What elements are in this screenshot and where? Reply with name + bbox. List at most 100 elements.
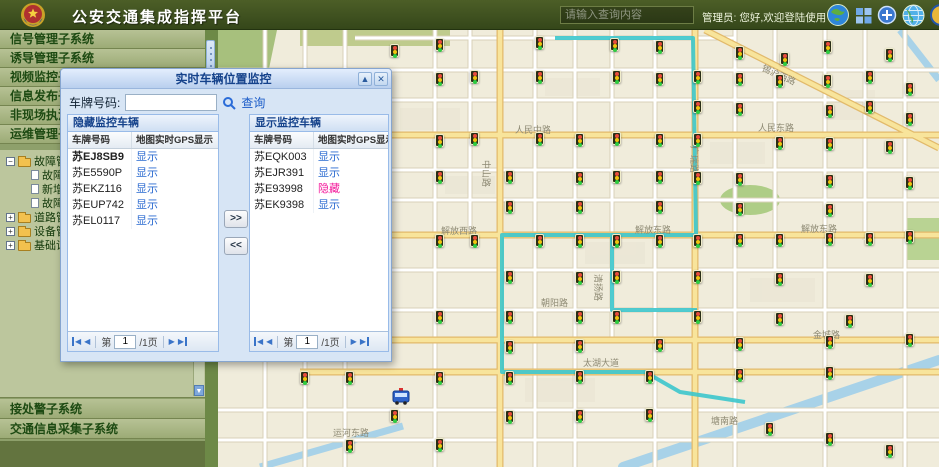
traffic-signal-icon[interactable] (865, 273, 874, 286)
traffic-signal-icon[interactable] (825, 232, 834, 245)
page-input-right[interactable] (296, 335, 318, 349)
gps-toggle-link[interactable]: 显示 (136, 151, 158, 163)
traffic-signal-icon[interactable] (505, 410, 514, 423)
traffic-signal-icon[interactable] (575, 339, 584, 352)
traffic-signal-icon[interactable] (645, 408, 654, 421)
traffic-signal-icon[interactable] (823, 40, 832, 53)
gps-toggle-link[interactable]: 显示 (318, 199, 340, 211)
tree-expander-icon[interactable]: − (6, 157, 15, 166)
traffic-signal-icon[interactable] (825, 335, 834, 348)
traffic-signal-icon[interactable] (435, 310, 444, 323)
traffic-signal-icon[interactable] (775, 312, 784, 325)
last-page-icon[interactable]: ▶ (178, 337, 187, 346)
traffic-signal-icon[interactable] (470, 234, 479, 247)
traffic-signal-icon[interactable] (435, 371, 444, 384)
traffic-signal-icon[interactable] (655, 40, 664, 53)
gps-toggle-link[interactable]: 显示 (136, 183, 158, 195)
traffic-signal-icon[interactable] (905, 176, 914, 189)
move-right-button[interactable]: >> (224, 210, 248, 228)
traffic-signal-icon[interactable] (575, 133, 584, 146)
sidebar-item-top-0[interactable]: 信号管理子系统 (0, 30, 205, 49)
traffic-signal-icon[interactable] (693, 133, 702, 146)
traffic-signal-icon[interactable] (655, 72, 664, 85)
traffic-signal-icon[interactable] (735, 233, 744, 246)
traffic-signal-icon[interactable] (470, 132, 479, 145)
traffic-signal-icon[interactable] (575, 171, 584, 184)
globe-icon[interactable] (902, 4, 925, 27)
traffic-signal-icon[interactable] (825, 174, 834, 187)
traffic-signal-icon[interactable] (390, 44, 399, 57)
traffic-signal-icon[interactable] (535, 70, 544, 83)
next-page-icon[interactable]: ▶ (351, 337, 357, 346)
traffic-signal-icon[interactable] (505, 270, 514, 283)
traffic-signal-icon[interactable] (905, 230, 914, 243)
compass-icon[interactable] (930, 4, 939, 26)
traffic-signal-icon[interactable] (735, 46, 744, 59)
traffic-signal-icon[interactable] (693, 310, 702, 323)
traffic-signal-icon[interactable] (345, 439, 354, 452)
traffic-signal-icon[interactable] (693, 100, 702, 113)
traffic-signal-icon[interactable] (645, 370, 654, 383)
tree-expander-icon[interactable]: + (6, 241, 15, 250)
traffic-signal-icon[interactable] (575, 200, 584, 213)
traffic-signal-icon[interactable] (612, 234, 621, 247)
traffic-signal-icon[interactable] (825, 104, 834, 117)
sidebar-item-top-1[interactable]: 诱导管理子系统 (0, 49, 205, 68)
traffic-signal-icon[interactable] (775, 136, 784, 149)
sidebar-item-bottom-1[interactable]: 交通信息采集子系统 (0, 419, 205, 439)
query-button[interactable]: 查询 (241, 94, 265, 111)
traffic-signal-icon[interactable] (505, 170, 514, 183)
traffic-signal-icon[interactable] (435, 38, 444, 51)
gps-toggle-link[interactable]: 隐藏 (318, 183, 340, 195)
traffic-signal-icon[interactable] (612, 170, 621, 183)
traffic-signal-icon[interactable] (535, 36, 544, 49)
traffic-signal-icon[interactable] (775, 272, 784, 285)
gps-toggle-link[interactable]: 显示 (136, 199, 158, 211)
earth-icon[interactable] (826, 3, 850, 27)
gps-toggle-link[interactable]: 显示 (318, 151, 340, 163)
traffic-signal-icon[interactable] (905, 82, 914, 95)
traffic-signal-icon[interactable] (735, 172, 744, 185)
traffic-signal-icon[interactable] (505, 371, 514, 384)
traffic-signal-icon[interactable] (575, 234, 584, 247)
traffic-signal-icon[interactable] (575, 310, 584, 323)
traffic-signal-icon[interactable] (905, 112, 914, 125)
traffic-signal-icon[interactable] (535, 234, 544, 247)
traffic-signal-icon[interactable] (612, 310, 621, 323)
traffic-signal-icon[interactable] (575, 409, 584, 422)
move-left-button[interactable]: << (224, 237, 248, 255)
first-page-icon[interactable]: ◀ (72, 337, 81, 346)
traffic-signal-icon[interactable] (693, 270, 702, 283)
monitored-vehicle-icon[interactable] (391, 388, 411, 405)
traffic-signal-icon[interactable] (845, 314, 854, 327)
traffic-signal-icon[interactable] (885, 48, 894, 61)
traffic-signal-icon[interactable] (865, 100, 874, 113)
traffic-signal-icon[interactable] (655, 170, 664, 183)
traffic-signal-icon[interactable] (655, 234, 664, 247)
first-page-icon[interactable]: ◀ (254, 337, 263, 346)
page-input-left[interactable] (114, 335, 136, 349)
traffic-signal-icon[interactable] (865, 232, 874, 245)
traffic-signal-icon[interactable] (735, 102, 744, 115)
traffic-signal-icon[interactable] (735, 337, 744, 350)
traffic-signal-icon[interactable] (825, 432, 834, 445)
traffic-signal-icon[interactable] (780, 52, 789, 65)
traffic-signal-icon[interactable] (693, 234, 702, 247)
dialog-titlebar[interactable]: 实时车辆位置监控 ▲ ✕ (61, 69, 391, 89)
gps-toggle-link[interactable]: 显示 (136, 215, 158, 227)
traffic-signal-icon[interactable] (825, 366, 834, 379)
traffic-signal-icon[interactable] (885, 140, 894, 153)
traffic-signal-icon[interactable] (825, 137, 834, 150)
traffic-signal-icon[interactable] (865, 70, 874, 83)
traffic-signal-icon[interactable] (885, 444, 894, 457)
traffic-signal-icon[interactable] (435, 234, 444, 247)
traffic-signal-icon[interactable] (435, 72, 444, 85)
search-icon[interactable] (222, 96, 236, 110)
tree-expander-icon[interactable]: + (6, 213, 15, 222)
traffic-signal-icon[interactable] (735, 202, 744, 215)
traffic-signal-icon[interactable] (505, 340, 514, 353)
gps-toggle-link[interactable]: 显示 (136, 167, 158, 179)
last-page-icon[interactable]: ▶ (360, 337, 369, 346)
traffic-signal-icon[interactable] (905, 333, 914, 346)
locate-plus-icon[interactable] (877, 5, 897, 25)
